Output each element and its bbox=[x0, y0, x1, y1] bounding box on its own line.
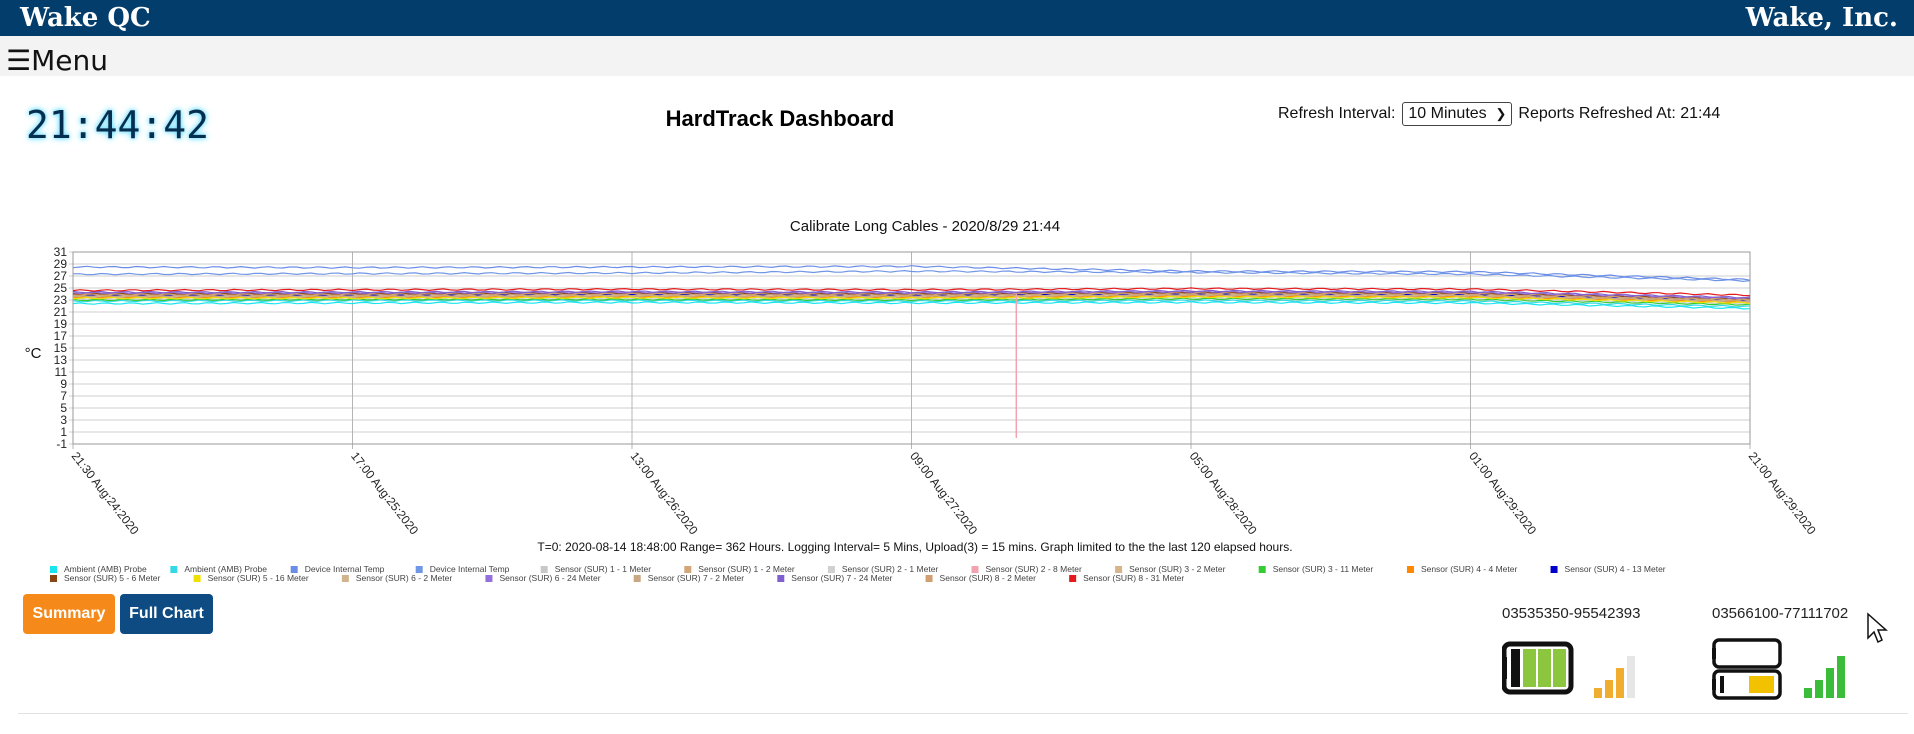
page-title: HardTrack Dashboard bbox=[665, 106, 895, 131]
legend-item: Sensor (SUR) 5 - 16 Meter bbox=[208, 573, 309, 583]
battery-body bbox=[1712, 638, 1782, 669]
battery-fill bbox=[1749, 676, 1774, 693]
signal-bar bbox=[1616, 668, 1624, 698]
mouse-pointer-icon bbox=[1867, 612, 1888, 644]
x-tick-label: 17:00 Aug:25:2020 bbox=[348, 449, 421, 537]
full-chart-button[interactable]: Full Chart bbox=[120, 594, 213, 634]
chart-footnote: T=0: 2020-08-14 18:48:00 Range= 362 Hour… bbox=[537, 540, 1292, 554]
legend-swatch bbox=[50, 566, 57, 573]
battery-full-icon bbox=[1502, 641, 1574, 695]
legend-item: Sensor (SUR) 4 - 4 Meter bbox=[1421, 564, 1518, 574]
menu-button[interactable]: ☰Menu bbox=[6, 44, 108, 78]
legend-swatch bbox=[540, 566, 548, 573]
legend-swatch bbox=[1115, 566, 1123, 573]
device-status: 03566100-77111702 bbox=[1712, 604, 1862, 704]
legend-item: Sensor (SUR) 3 - 11 Meter bbox=[1273, 564, 1374, 574]
battery-half-icon bbox=[1712, 638, 1782, 700]
legend-swatch bbox=[777, 575, 785, 582]
legend-swatch bbox=[633, 575, 641, 582]
legend-swatch bbox=[341, 575, 349, 582]
legend-swatch bbox=[193, 575, 201, 582]
refresh-interval-value: 10 Minutes bbox=[1408, 105, 1487, 122]
legend-swatch bbox=[170, 566, 178, 573]
legend-swatch bbox=[827, 566, 835, 573]
signal-bars-icon bbox=[1594, 656, 1635, 698]
device-status: 03535350-95542393 bbox=[1502, 604, 1652, 704]
signal-bar bbox=[1594, 688, 1602, 698]
legend-swatch bbox=[1069, 575, 1077, 582]
signal-bar bbox=[1605, 680, 1613, 698]
legend-swatch bbox=[925, 575, 933, 582]
legend-item: Sensor (SUR) 7 - 24 Meter bbox=[791, 573, 892, 583]
legend-swatch bbox=[290, 566, 298, 573]
summary-button[interactable]: Summary bbox=[23, 594, 115, 634]
device-serial: 03535350-95542393 bbox=[1502, 605, 1641, 622]
app-title: Wake QC bbox=[20, 3, 151, 33]
signal-bar bbox=[1815, 680, 1823, 698]
y-tick-label: -1 bbox=[56, 437, 67, 451]
legend-item: Sensor (SUR) 8 - 31 Meter bbox=[1083, 573, 1184, 583]
legend-swatch bbox=[485, 575, 493, 582]
legend-item: Sensor (SUR) 8 - 2 Meter bbox=[940, 573, 1037, 583]
legend-swatch bbox=[1258, 566, 1266, 573]
legend-swatch bbox=[1550, 566, 1558, 573]
legend-swatch bbox=[415, 566, 423, 573]
battery-terminal bbox=[1712, 648, 1716, 659]
legend-swatch bbox=[684, 566, 692, 573]
battery-cap bbox=[1720, 676, 1724, 693]
chart-buttons: Summary Full Chart bbox=[23, 594, 213, 634]
chevron-down-icon: ❯ bbox=[1495, 106, 1507, 121]
legend-swatch bbox=[1406, 566, 1414, 573]
legend-swatch bbox=[50, 575, 57, 582]
battery-terminal bbox=[1502, 657, 1507, 679]
legend-item: Sensor (SUR) 7 - 2 Meter bbox=[648, 573, 745, 583]
battery-terminal bbox=[1712, 679, 1716, 690]
battery-cell bbox=[1553, 649, 1566, 687]
device-serial: 03566100-77111702 bbox=[1712, 605, 1849, 622]
legend-swatch bbox=[971, 566, 979, 573]
x-tick-label: 21:30 Aug:24:2020 bbox=[69, 449, 142, 537]
app-header: Wake QC Wake, Inc. bbox=[0, 0, 1914, 36]
battery-cap bbox=[1511, 649, 1520, 687]
chart-title: Calibrate Long Cables - 2020/8/29 21:44 bbox=[790, 218, 1060, 235]
device-status-icons bbox=[1712, 638, 1845, 700]
x-tick-label: 09:00 Aug:27:2020 bbox=[907, 449, 980, 537]
menu-bar bbox=[0, 36, 1914, 76]
signal-bar bbox=[1804, 688, 1812, 698]
temperature-chart: Calibrate Long Cables - 2020/8/29 21:443… bbox=[25, 218, 1819, 583]
legend-item: Sensor (SUR) 5 - 6 Meter bbox=[64, 573, 161, 583]
y-axis-label: °C bbox=[25, 345, 42, 362]
legend-item: Sensor (SUR) 6 - 24 Meter bbox=[499, 573, 600, 583]
legend-item: Sensor (SUR) 6 - 2 Meter bbox=[356, 573, 453, 583]
signal-bar bbox=[1627, 656, 1635, 698]
battery-cell bbox=[1523, 649, 1536, 687]
signal-bar bbox=[1826, 668, 1834, 698]
company-name: Wake, Inc. bbox=[1745, 3, 1898, 33]
divider bbox=[18, 713, 1908, 714]
refresh-interval-select[interactable]: 10 Minutes ❯ bbox=[1402, 102, 1513, 126]
signal-bars-icon bbox=[1804, 656, 1845, 698]
device-status-icons bbox=[1502, 641, 1635, 698]
x-tick-label: 21:00 Aug:29:2020 bbox=[1746, 449, 1819, 537]
x-tick-label: 01:00 Aug:29:2020 bbox=[1466, 449, 1539, 537]
legend-item: Sensor (SUR) 4 - 13 Meter bbox=[1565, 564, 1666, 574]
battery-cell bbox=[1538, 649, 1551, 687]
refresh-controls: Refresh Interval: 10 Minutes ❯ Reports R… bbox=[1278, 101, 1720, 127]
signal-bar bbox=[1837, 656, 1845, 698]
x-tick-label: 13:00 Aug:26:2020 bbox=[628, 449, 701, 537]
live-clock: 21:44:42 bbox=[26, 103, 210, 147]
reports-refreshed-text: Reports Refreshed At: 21:44 bbox=[1518, 105, 1721, 122]
refresh-interval-label: Refresh Interval: bbox=[1278, 105, 1396, 122]
x-tick-label: 05:00 Aug:28:2020 bbox=[1187, 449, 1260, 537]
